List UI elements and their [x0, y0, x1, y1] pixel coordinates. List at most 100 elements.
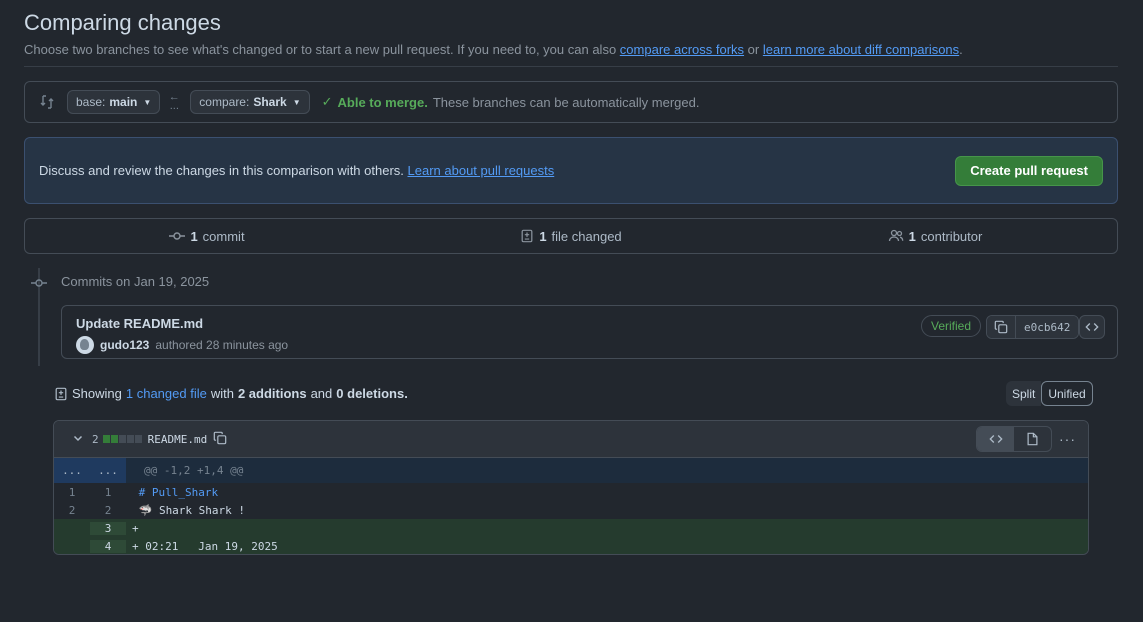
diff-line-context: 22 🦈 Shark Shark ! — [54, 501, 1088, 519]
page-title: Comparing changes — [24, 10, 221, 35]
chevron-down-icon[interactable] — [72, 432, 84, 447]
code-line: # Pull_Shark — [132, 485, 219, 499]
base-prefix: base: — [76, 95, 106, 109]
merge-status-title: Able to merge. — [337, 94, 428, 110]
diff-view-toggle: Split Unified — [1006, 381, 1093, 406]
files-label: file changed — [551, 228, 622, 244]
verified-badge[interactable]: Verified — [921, 315, 982, 337]
learn-diff-comparisons-link[interactable]: learn more about diff comparisons — [763, 42, 959, 57]
contributors-count: 1 — [908, 228, 916, 244]
learn-pull-requests-link[interactable]: Learn about pull requests — [408, 163, 555, 178]
commits-date-heading: Commits on Jan 19, 2025 — [61, 274, 210, 289]
browse-code-button[interactable] — [1079, 315, 1105, 339]
split-view-button[interactable]: Split — [1006, 381, 1042, 406]
file-header: 2 README.md ··· — [54, 421, 1088, 458]
arrow-dots: ... — [169, 100, 179, 112]
new-line-number[interactable]: 4 — [90, 539, 126, 553]
compare-prefix: compare: — [199, 95, 250, 109]
commit-author[interactable]: gudo123 — [100, 338, 149, 352]
comparison-stats: 1 commit 1 file changed 1 contributor — [24, 218, 1118, 254]
people-icon — [888, 229, 904, 242]
unified-view-button[interactable]: Unified — [1041, 381, 1093, 406]
file-diff-icon — [521, 229, 533, 243]
hunk-range: @@ -1,2 +1,4 @@ — [144, 464, 244, 477]
page-subtitle: Choose two branches to see what's change… — [24, 42, 963, 57]
caret-down-icon: ▼ — [143, 97, 152, 107]
commit-meta: gudo123 authored 28 minutes ago — [76, 336, 288, 354]
kebab-menu-icon[interactable]: ··· — [1059, 431, 1076, 447]
file-icon[interactable] — [1014, 427, 1051, 451]
base-branch-name: main — [109, 95, 138, 109]
old-line-number[interactable]: 1 — [54, 486, 90, 499]
diffstat-block — [134, 435, 142, 443]
merge-status-text: These branches can be automatically merg… — [432, 94, 700, 110]
compare-across-forks-link[interactable]: compare across forks — [620, 42, 744, 57]
subtitle-or: or — [744, 42, 763, 57]
diff-lines: 11 # Pull_Shark 2 2 🦈 Shark Shark ! 3 +4 + 02… — [54, 483, 1088, 554]
commit-sha[interactable]: e0cb642 — [1016, 316, 1079, 338]
hunk-header: ... ... @@ -1,2 +1,4 @@ — [54, 458, 1088, 483]
expand-down-button[interactable]: ... — [90, 458, 126, 483]
new-line-number[interactable]: 3 — [90, 521, 126, 535]
copy-icon[interactable] — [987, 316, 1016, 338]
diffstat-block — [102, 435, 110, 443]
commit-item: Update README.md gudo123 authored 28 min… — [61, 305, 1118, 359]
contributors-label: contributor — [920, 228, 983, 244]
new-line-number[interactable]: 1 — [90, 486, 126, 499]
avatar[interactable] — [76, 336, 94, 354]
subtitle-end: . — [959, 42, 963, 57]
summary-with: with — [210, 386, 234, 401]
file-view-actions — [976, 426, 1052, 452]
merge-status: ✓ Able to merge. These branches can be a… — [322, 94, 700, 110]
diffstat-block — [118, 435, 126, 443]
file-name[interactable]: README.md — [148, 433, 208, 446]
discuss-message: Discuss and review the changes in this c… — [39, 163, 408, 178]
changed-files-link[interactable]: 1 changed file — [126, 386, 207, 401]
commit-title[interactable]: Update README.md — [76, 316, 203, 331]
code-icon — [1085, 323, 1099, 331]
diff-line-addition: 4 + 02:21 Jan 19, 2025 — [54, 537, 1088, 554]
compare-arrow: ← ... — [160, 92, 188, 112]
diff-summary: Showing 1 changed file with 2 additions … — [54, 386, 408, 401]
summary-prefix: Showing — [72, 386, 122, 401]
file-diff: 2 README.md ··· ... ... @@ -1,2 +1,4 @@ … — [53, 420, 1089, 555]
compare-branch-select[interactable]: compare: Shark ▼ — [190, 90, 310, 114]
base-branch-select[interactable]: base: main ▼ — [67, 90, 161, 114]
files-count: 1 — [539, 228, 547, 244]
diffstat-block — [126, 435, 134, 443]
old-line-number[interactable]: 2 — [54, 504, 90, 517]
new-line-number[interactable]: 2 — [90, 504, 126, 517]
code-icon[interactable] — [977, 427, 1014, 451]
range-editor: base: main ▼ ← ... compare: Shark ▼ ✓ Ab… — [24, 81, 1118, 123]
git-commit-icon — [169, 232, 186, 240]
switch-branches-icon[interactable] — [39, 94, 55, 110]
diff-line-addition: 3 + — [54, 519, 1088, 537]
diffstat — [102, 435, 142, 443]
file-changes-count: 2 — [92, 432, 99, 446]
summary-and: and — [310, 386, 333, 401]
commits-label: commit — [202, 228, 245, 244]
stat-commits[interactable]: 1 commit — [25, 228, 389, 244]
stat-files-changed[interactable]: 1 file changed — [389, 229, 753, 244]
deletions-count: 0 deletions. — [336, 386, 408, 401]
commit-time: authored 28 minutes ago — [155, 338, 289, 352]
diff-line-context: 11 # Pull_Shark — [54, 483, 1088, 501]
copy-icon[interactable] — [213, 431, 227, 448]
caret-down-icon: ▼ — [292, 97, 301, 107]
code-line: + — [132, 521, 139, 535]
discuss-banner: Discuss and review the changes in this c… — [24, 137, 1118, 204]
compare-branch-name: Shark — [253, 95, 287, 109]
code-line: 🦈 Shark Shark ! — [132, 503, 246, 517]
diffstat-block — [110, 435, 118, 443]
header-divider — [24, 66, 1118, 67]
create-pull-request-button[interactable]: Create pull request — [955, 155, 1103, 186]
code-line: + 02:21 Jan 19, 2025 — [132, 539, 278, 553]
file-diff-icon — [55, 387, 67, 400]
discuss-text: Discuss and review the changes in this c… — [39, 163, 955, 178]
additions-count: 2 additions — [237, 386, 307, 401]
expand-up-button[interactable]: ... — [54, 458, 90, 483]
commit-sha-group: e0cb642 — [986, 315, 1080, 339]
stat-contributors[interactable]: 1 contributor — [753, 228, 1117, 244]
git-commit-icon — [31, 279, 47, 287]
check-icon: ✓ — [321, 94, 333, 109]
